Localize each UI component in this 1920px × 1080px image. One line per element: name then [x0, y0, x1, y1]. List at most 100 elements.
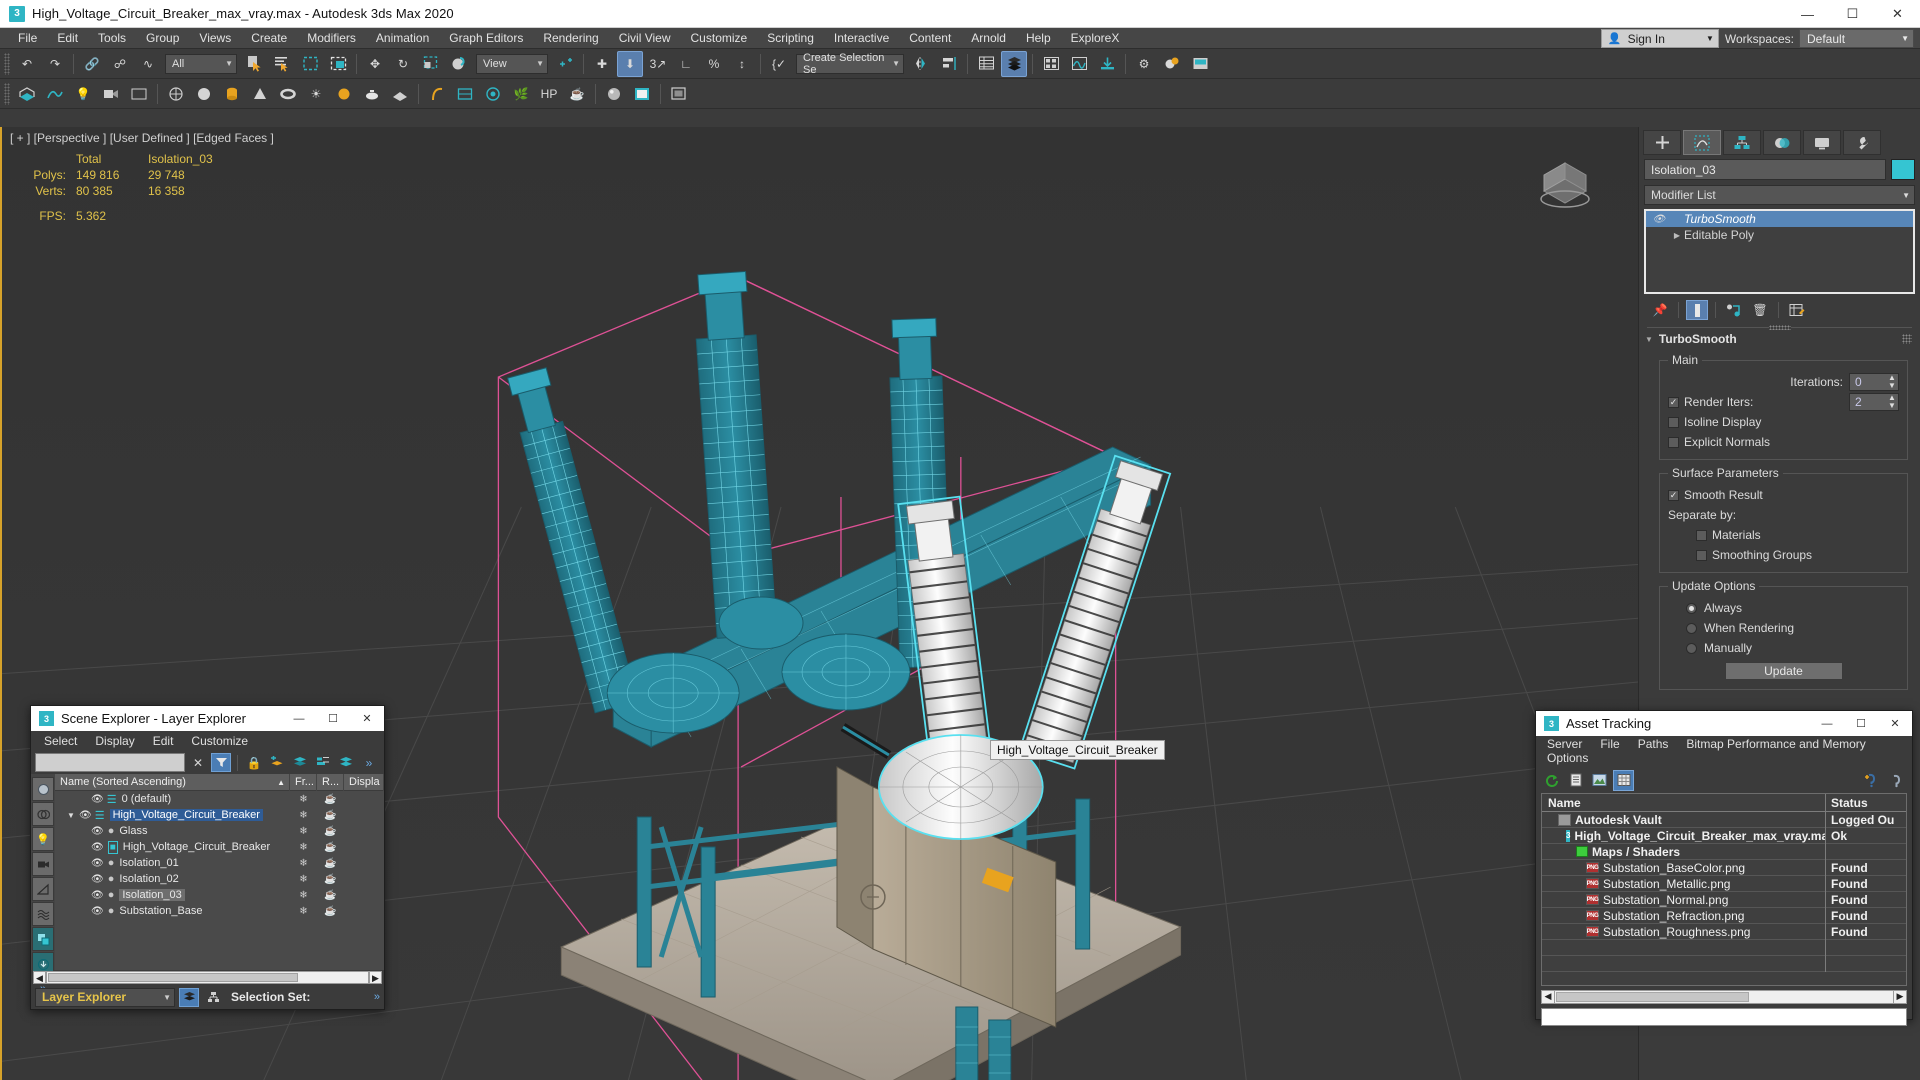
list-item[interactable]: 👁 ☰ 0 (default) ❄ ☕ [55, 791, 384, 807]
layer-properties-icon[interactable] [313, 753, 333, 772]
menu-item-rendering[interactable]: Rendering [533, 28, 608, 49]
menu-item-edit[interactable]: Edit [144, 734, 183, 748]
cylinder-primitive-icon[interactable] [219, 81, 245, 107]
freeze-toggle[interactable]: ❄ [290, 810, 317, 821]
modifier-uvw-icon[interactable] [452, 81, 478, 107]
show-end-result-icon[interactable] [1686, 300, 1708, 320]
freeze-toggle[interactable]: ❄ [290, 890, 317, 901]
teapot-primitive-icon[interactable] [359, 81, 385, 107]
eye-icon[interactable]: 👁 [91, 842, 104, 853]
maximize-button[interactable]: ☐ [316, 706, 350, 731]
select-object-icon[interactable] [241, 51, 267, 77]
list-item[interactable]: 👁 ■ High_Voltage_Circuit_Breaker ❄ ☕ [55, 839, 384, 855]
column-name[interactable]: Name [1542, 794, 1826, 812]
column-display[interactable]: Displa [344, 774, 384, 791]
add-help-icon[interactable] [1861, 770, 1882, 791]
menu-item-scripting[interactable]: Scripting [757, 28, 824, 49]
rendered-frame-window-icon[interactable] [1159, 51, 1185, 77]
vray-render-icon[interactable] [629, 81, 655, 107]
menu-item-server[interactable]: Server [1538, 737, 1591, 751]
table-row-empty[interactable] [1542, 939, 1906, 956]
menu-item-display[interactable]: Display [86, 734, 143, 748]
materials-row[interactable]: Materials [1668, 525, 1899, 545]
close-button[interactable]: ✕ [1875, 0, 1920, 28]
column-name[interactable]: Name (Sorted Ascending) [60, 774, 186, 791]
create-tab[interactable] [1643, 130, 1681, 155]
undo-icon[interactable]: ↶ [14, 51, 40, 77]
select-and-manipulate-icon[interactable]: ✚ [589, 51, 615, 77]
cone-primitive-icon[interactable] [247, 81, 273, 107]
freeze-toggle[interactable]: ❄ [290, 794, 317, 805]
toolbar-grip[interactable] [4, 52, 10, 75]
poly-modeling-icon[interactable] [163, 81, 189, 107]
update-option-always[interactable]: Always [1668, 598, 1899, 618]
list-item[interactable]: 👁 ● Substation_Base ❄ ☕ [55, 903, 384, 919]
eye-icon[interactable]: 👁 [79, 810, 92, 821]
update-option-when-rendering[interactable]: When Rendering [1668, 618, 1899, 638]
render-toggle[interactable]: ☕ [317, 842, 344, 853]
column-frozen[interactable]: Fr... [290, 774, 317, 791]
create-helpers-icon[interactable] [126, 81, 152, 107]
modifier-stack[interactable]: 👁 TurboSmooth ▶ Editable Poly [1644, 209, 1915, 294]
table-row[interactable]: PNG Substation_Normal.png Found [1542, 891, 1906, 908]
maximize-button[interactable]: ☐ [1844, 711, 1878, 736]
angle-snap-toggle-icon[interactable]: 3↗ [645, 51, 671, 77]
modify-tab[interactable] [1683, 130, 1721, 155]
rectangular-selection-region-icon[interactable] [297, 51, 323, 77]
layer-explorer-toggle-icon[interactable] [179, 987, 199, 1007]
remove-modifier-icon[interactable]: 🗑 [1749, 300, 1771, 320]
thumbnail-icon[interactable] [1589, 770, 1610, 791]
turbosmooth-rollup-header[interactable]: ▼ TurboSmooth [1639, 328, 1920, 350]
freeze-toggle[interactable]: ❄ [290, 842, 317, 853]
smooth-result-checkbox[interactable]: ✓ [1668, 489, 1679, 501]
menu-item-edit[interactable]: Edit [47, 28, 88, 49]
render-toggle[interactable]: ☕ [317, 890, 344, 901]
create-cameras-icon[interactable] [98, 81, 124, 107]
modifier-list-dropdown[interactable]: Modifier List ▼ [1644, 185, 1915, 205]
render-toggle[interactable]: ☕ [317, 826, 344, 837]
freeze-toggle[interactable]: ❄ [290, 858, 317, 869]
toolbar-grip[interactable] [4, 82, 10, 105]
update-button[interactable]: Update [1724, 662, 1843, 680]
scroll-right-arrow-icon[interactable]: ▶ [1893, 989, 1907, 1004]
render-iters-spinner[interactable]: 2 ▲ ▼ [1849, 393, 1899, 411]
spinner-snap-toggle-icon[interactable]: % [701, 51, 727, 77]
scroll-left-arrow-icon[interactable]: ◀ [33, 971, 46, 984]
menu-item-explorex[interactable]: ExploreX [1061, 28, 1130, 49]
menu-item-modifiers[interactable]: Modifiers [297, 28, 366, 49]
render-setup-icon[interactable]: ⚙ [1131, 51, 1157, 77]
use-pivot-point-center-icon[interactable] [552, 51, 578, 77]
modifier-turbosmooth-icon[interactable] [480, 81, 506, 107]
eye-icon[interactable]: 👁 [91, 906, 104, 917]
refresh-icon[interactable] [1541, 770, 1562, 791]
named-selection-set-dropdown[interactable]: Create Selection Se ▼ [796, 52, 904, 76]
radio-always[interactable] [1686, 602, 1697, 614]
minimize-button[interactable]: — [1810, 711, 1844, 736]
sign-in-button[interactable]: 👤 Sign In ▼ [1600, 29, 1719, 48]
menu-item-tools[interactable]: Tools [88, 28, 136, 49]
scene-explorer-list[interactable]: Name (Sorted Ascending) ▲ Fr... R... Dis… [55, 774, 384, 970]
asset-tracking-horizontal-scrollbar[interactable]: ◀ ▶ [1541, 989, 1907, 1004]
panel-divider[interactable] [1647, 325, 1912, 330]
lock-icon[interactable]: 🔒 [244, 753, 264, 772]
scroll-track[interactable] [46, 971, 369, 984]
eye-icon[interactable]: 👁 [91, 794, 104, 805]
scroll-thumb[interactable] [1556, 991, 1749, 1002]
modifier-bend-icon[interactable] [424, 81, 450, 107]
schematic-view-icon[interactable] [1066, 51, 1092, 77]
menu-item-help[interactable]: Help [1016, 28, 1061, 49]
drag-handle[interactable] [1902, 334, 1912, 344]
search-input[interactable] [35, 753, 185, 772]
motion-tab[interactable] [1763, 130, 1801, 155]
plane-primitive-icon[interactable] [387, 81, 413, 107]
freeze-toggle[interactable]: ❄ [290, 874, 317, 885]
freeze-toggle[interactable]: ❄ [290, 826, 317, 837]
smooth-result-row[interactable]: ✓ Smooth Result [1668, 485, 1899, 505]
render-toggle[interactable]: ☕ [317, 858, 344, 869]
sphere-primitive-icon[interactable] [191, 81, 217, 107]
pin-stack-icon[interactable]: 📌 [1649, 300, 1671, 320]
menu-item-arnold[interactable]: Arnold [961, 28, 1016, 49]
menu-item-group[interactable]: Group [136, 28, 189, 49]
coffee-icon[interactable]: ☕ [564, 81, 590, 107]
list-item[interactable]: 👁 ● Glass ❄ ☕ [55, 823, 384, 839]
